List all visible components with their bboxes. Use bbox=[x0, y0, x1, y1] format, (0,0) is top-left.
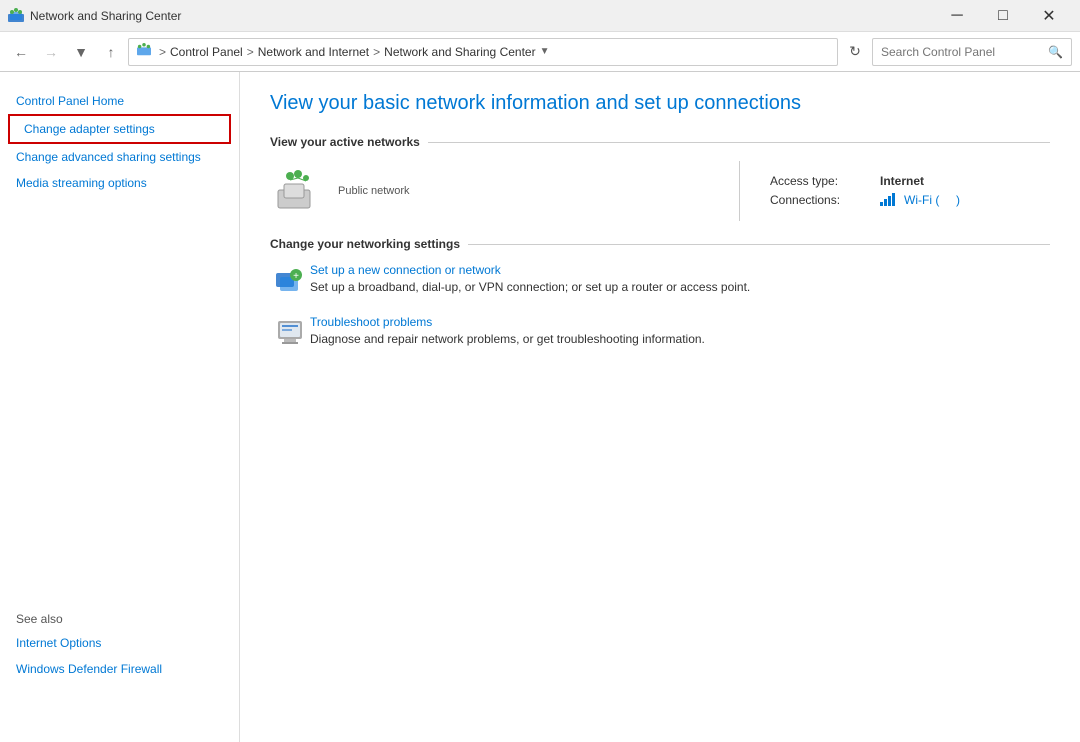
networking-settings-divider bbox=[468, 244, 1050, 245]
network-left: Public network bbox=[270, 166, 709, 217]
up-button[interactable]: ↑ bbox=[98, 39, 124, 65]
back-button[interactable]: ← bbox=[8, 39, 34, 65]
access-type-row: Access type: Internet bbox=[770, 174, 1050, 188]
wifi-name-partial bbox=[939, 193, 956, 207]
sidebar-item-media-streaming[interactable]: Media streaming options bbox=[0, 170, 239, 196]
network-name-block: Public network bbox=[338, 185, 410, 197]
see-also-label: See also bbox=[0, 608, 240, 630]
setup-icon: + bbox=[270, 265, 310, 297]
troubleshoot-desc: Diagnose and repair network problems, or… bbox=[310, 332, 705, 346]
access-type-label: Access type: bbox=[770, 174, 880, 188]
window-title: Network and Sharing Center bbox=[30, 9, 181, 23]
path-separator-2: > bbox=[373, 45, 380, 59]
address-bar: ← → ▼ ↑ > Control Panel > Network and In… bbox=[0, 32, 1080, 72]
content-area: View your basic network information and … bbox=[240, 72, 1080, 742]
active-networks-title: View your active networks bbox=[270, 135, 420, 149]
maximize-button[interactable]: □ bbox=[980, 0, 1026, 32]
main-container: Control Panel Home Change adapter settin… bbox=[0, 72, 1080, 742]
path-dropdown-button[interactable]: ▼ bbox=[538, 46, 552, 57]
networking-settings-section: Change your networking settings + Set up… bbox=[270, 237, 1050, 349]
troubleshoot-icon bbox=[270, 317, 310, 349]
troubleshoot-content: Troubleshoot problems Diagnose and repai… bbox=[310, 315, 1050, 348]
search-box: 🔍 bbox=[872, 38, 1072, 66]
network-icon bbox=[270, 166, 318, 217]
network-info-row: Public network Access type: Internet Con… bbox=[270, 161, 1050, 221]
network-divider bbox=[739, 161, 740, 221]
sidebar-nav-section: Control Panel Home Change adapter settin… bbox=[0, 88, 239, 196]
svg-text:+: + bbox=[293, 271, 299, 282]
title-bar-left: Network and Sharing Center bbox=[8, 8, 181, 24]
sidebar-item-change-adapter[interactable]: Change adapter settings bbox=[8, 114, 231, 144]
wifi-icon bbox=[880, 192, 900, 209]
minimize-button[interactable]: ─ bbox=[934, 0, 980, 32]
path-icon bbox=[137, 43, 151, 60]
networking-settings-header: Change your networking settings bbox=[270, 237, 1050, 251]
path-control-panel[interactable]: Control Panel bbox=[170, 45, 243, 59]
sidebar: Control Panel Home Change adapter settin… bbox=[0, 72, 240, 742]
network-type: Public network bbox=[338, 185, 410, 197]
page-title: View your basic network information and … bbox=[270, 92, 1050, 115]
networking-settings-title: Change your networking settings bbox=[270, 237, 460, 251]
connections-row: Connections: Wi-Fi ( ) bbox=[770, 192, 1050, 209]
network-right: Access type: Internet Connections: bbox=[770, 174, 1050, 209]
setup-content: Set up a new connection or network Set u… bbox=[310, 263, 1050, 296]
troubleshoot-link[interactable]: Troubleshoot problems bbox=[310, 315, 1050, 329]
recent-locations-button[interactable]: ▼ bbox=[68, 39, 94, 65]
sidebar-item-internet-options[interactable]: Internet Options bbox=[0, 630, 240, 656]
active-networks-divider bbox=[428, 142, 1050, 143]
sidebar-bottom: See also Internet Options Windows Defend… bbox=[0, 600, 240, 682]
connections-label: Connections: bbox=[770, 193, 880, 207]
setting-item-troubleshoot: Troubleshoot problems Diagnose and repai… bbox=[270, 315, 1050, 349]
path-separator-1: > bbox=[247, 45, 254, 59]
title-bar-controls: ─ □ ✕ bbox=[934, 0, 1072, 32]
forward-button[interactable]: → bbox=[38, 39, 64, 65]
search-input[interactable] bbox=[881, 45, 1044, 59]
refresh-button[interactable]: ↻ bbox=[842, 39, 868, 65]
title-bar: Network and Sharing Center ─ □ ✕ bbox=[0, 0, 1080, 32]
path-network-internet[interactable]: Network and Internet bbox=[258, 45, 369, 59]
active-networks-header: View your active networks bbox=[270, 135, 1050, 149]
search-icon: 🔍 bbox=[1048, 45, 1063, 59]
path-separator-0: > bbox=[159, 45, 166, 59]
setting-item-setup: + Set up a new connection or network Set… bbox=[270, 263, 1050, 297]
app-icon bbox=[8, 8, 24, 24]
close-button[interactable]: ✕ bbox=[1026, 0, 1072, 32]
address-path: > Control Panel > Network and Internet >… bbox=[128, 38, 838, 66]
sidebar-item-windows-firewall[interactable]: Windows Defender Firewall bbox=[0, 656, 240, 682]
setup-desc: Set up a broadband, dial-up, or VPN conn… bbox=[310, 280, 750, 294]
connections-value[interactable]: Wi-Fi ( bbox=[904, 193, 939, 207]
wifi-name-close: ) bbox=[956, 193, 960, 207]
sidebar-item-advanced-sharing[interactable]: Change advanced sharing settings bbox=[0, 144, 239, 170]
setup-link[interactable]: Set up a new connection or network bbox=[310, 263, 1050, 277]
path-current: Network and Sharing Center bbox=[384, 45, 535, 59]
access-type-value: Internet bbox=[880, 174, 924, 188]
sidebar-item-control-panel-home[interactable]: Control Panel Home bbox=[0, 88, 239, 114]
